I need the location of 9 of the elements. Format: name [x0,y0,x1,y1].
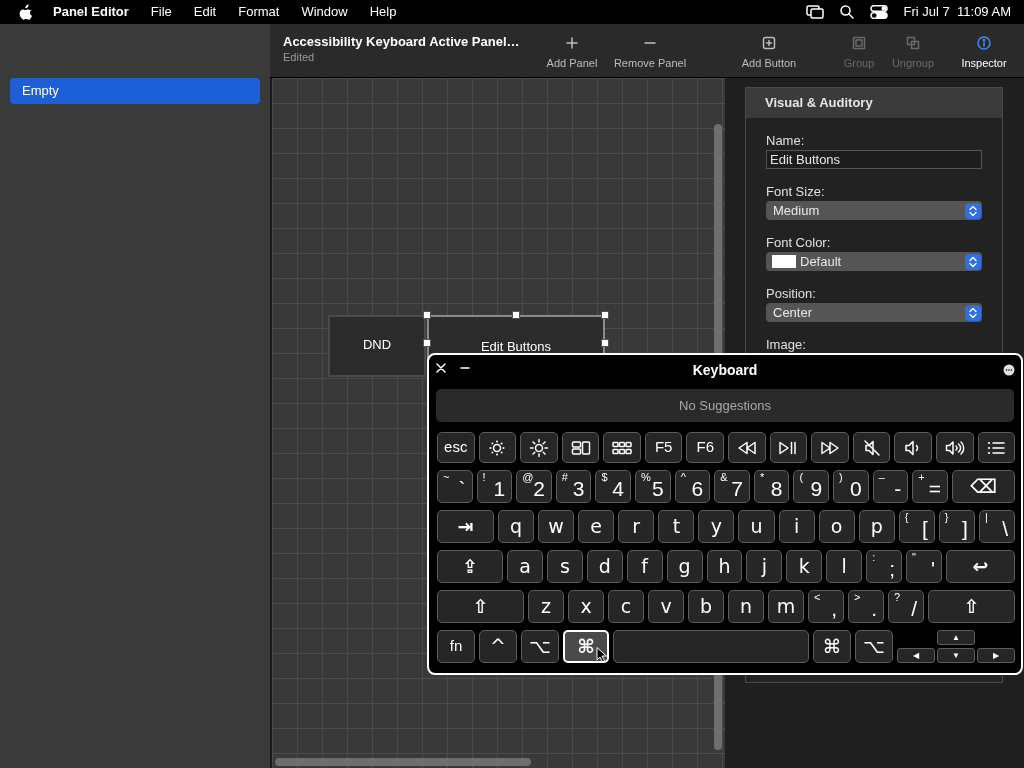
field-label: Font Size: [766,183,826,199]
document-status: Edited [283,49,316,64]
window-title: Keyboard [692,360,758,380]
field-label: Font Color: [766,234,832,250]
suggestion-bar: No Suggestions [436,389,1014,422]
document-title: Accessibility Keyboard Active Panel… [283,33,521,50]
field-label: Image: [766,336,807,352]
field-label: Name: [766,132,806,148]
field-label: Position: [766,285,817,301]
